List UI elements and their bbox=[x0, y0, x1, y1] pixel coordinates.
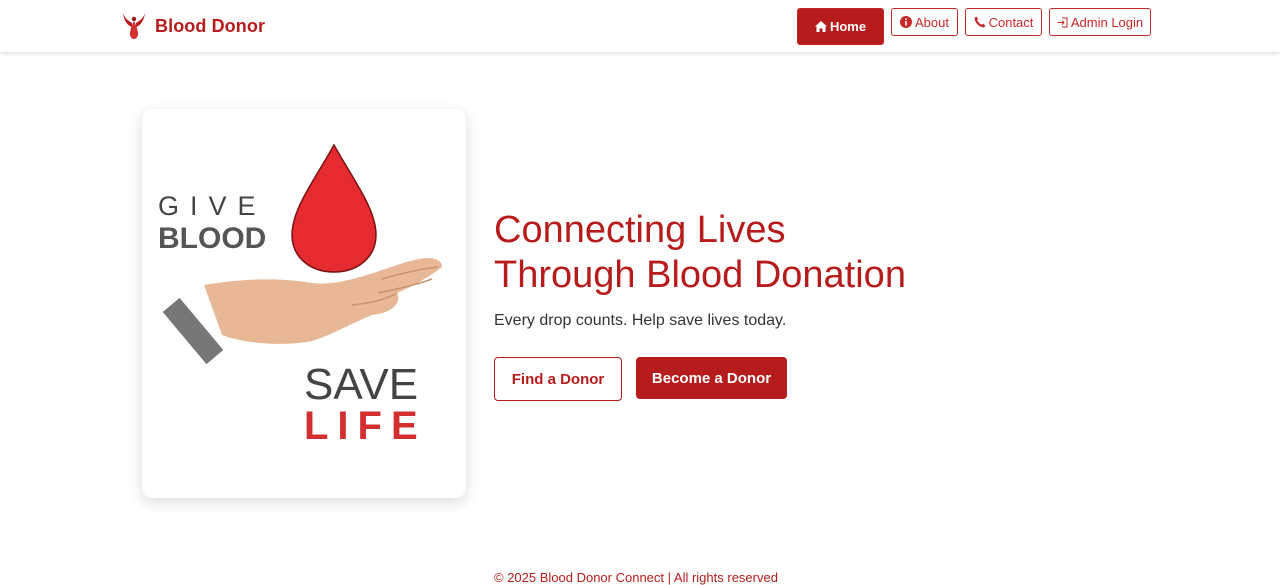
give-text: GIVE bbox=[158, 191, 267, 221]
blood-text: BLOOD bbox=[158, 222, 266, 255]
navbar: Blood Donor Home About Contact Admin Log… bbox=[0, 0, 1280, 52]
brand[interactable]: Blood Donor bbox=[121, 11, 265, 41]
hero-subtitle: Every drop counts. Help save lives today… bbox=[494, 312, 787, 329]
nav-admin-login-label: Admin Login bbox=[1070, 14, 1144, 30]
hero-title-line-2: Through Blood Donation bbox=[494, 254, 906, 296]
give-blood-image-card: GIVE BLOOD SAVE LIFE bbox=[142, 109, 466, 498]
blood-donor-logo-icon bbox=[123, 13, 145, 39]
footer-text: © 2025 Blood Donor Connect | All rights … bbox=[494, 570, 778, 585]
hand-icon bbox=[162, 258, 442, 365]
nav-home-label: Home bbox=[829, 19, 867, 34]
nav-admin-login-button[interactable]: Admin Login bbox=[1049, 8, 1151, 36]
give-blood-save-life-illustration: GIVE BLOOD SAVE LIFE bbox=[158, 143, 442, 448]
nav-about-button[interactable]: About bbox=[891, 8, 958, 36]
nav-home-button[interactable]: Home bbox=[797, 8, 884, 45]
hero-title-line-1: Connecting Lives bbox=[494, 209, 786, 251]
become-donor-button[interactable]: Become a Donor bbox=[636, 357, 787, 399]
nav-about-label: About bbox=[915, 14, 949, 30]
info-icon bbox=[900, 16, 912, 28]
brand-name: Blood Donor bbox=[155, 15, 266, 36]
nav-contact-label: Contact bbox=[988, 14, 1034, 30]
login-icon bbox=[1057, 17, 1068, 27]
home-icon bbox=[814, 21, 827, 32]
find-donor-button[interactable]: Find a Donor bbox=[494, 357, 622, 401]
nav-contact-button[interactable]: Contact bbox=[965, 8, 1042, 36]
blood-drop-icon bbox=[291, 143, 377, 273]
hero-title: Connecting Lives Through Blood Donation bbox=[494, 208, 994, 298]
life-text: LIFE bbox=[304, 404, 427, 448]
save-text: SAVE bbox=[304, 360, 418, 409]
phone-icon bbox=[974, 16, 986, 28]
